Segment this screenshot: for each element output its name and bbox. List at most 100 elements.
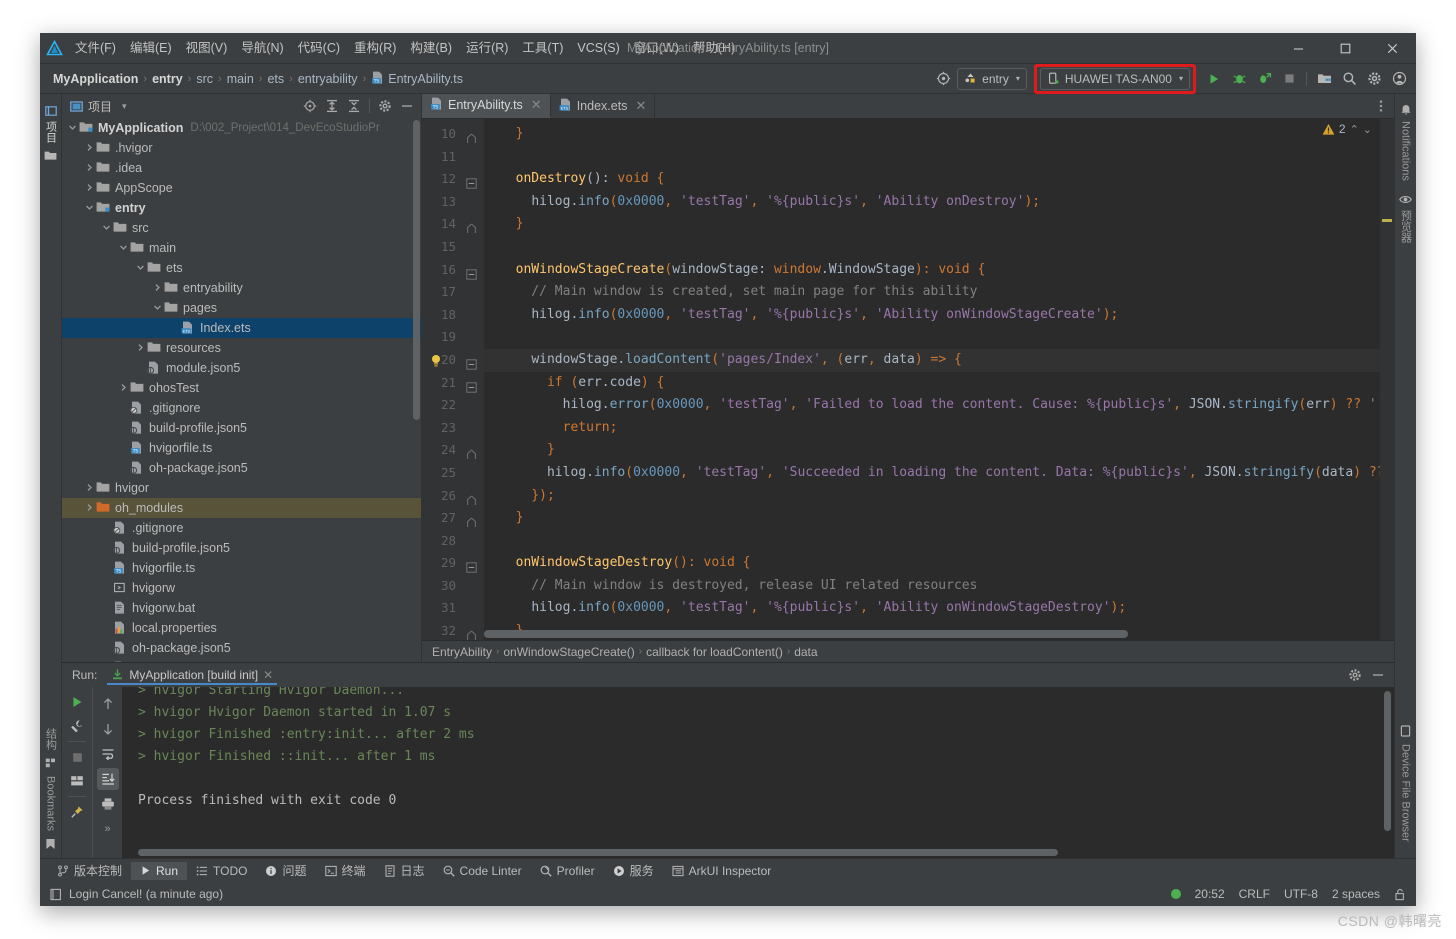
fold-collapse-icon[interactable]	[466, 174, 477, 185]
tree-node-appscope[interactable]: AppScope	[62, 178, 421, 198]
editor-breadcrumb[interactable]: EntryAbility›onWindowStageCreate()›callb…	[422, 640, 1394, 662]
stop-process-button[interactable]	[66, 746, 88, 768]
line-number[interactable]: 21	[422, 372, 484, 395]
rail-notifications[interactable]: Notifications	[1398, 116, 1414, 186]
target-icon[interactable]	[932, 68, 954, 90]
editor-breadcrumb-item[interactable]: callback for loadContent()	[646, 645, 783, 659]
breadcrumb[interactable]: MyApplication›entry›src›main›ets›entryab…	[50, 70, 466, 88]
tree-node--gitignore[interactable]: .gitignore	[62, 398, 421, 418]
editor-gutter[interactable]: 1011121314151617181920212223242526272829…	[422, 119, 484, 640]
line-number[interactable]: 17	[422, 281, 484, 304]
run-configuration-selector[interactable]: entry ▾	[957, 68, 1027, 90]
tree-node-local-properties[interactable]: local.properties	[62, 618, 421, 638]
account-avatar-icon[interactable]	[1388, 68, 1410, 90]
line-number[interactable]: 29	[422, 552, 484, 575]
chevron-right-icon[interactable]	[83, 143, 96, 154]
tree-node-hvigorw[interactable]: hvigorw	[62, 578, 421, 598]
rail-project[interactable]: 项目	[41, 100, 61, 148]
hide-run-panel-icon[interactable]	[1368, 665, 1388, 685]
status-problems[interactable]: 问题	[256, 860, 315, 881]
scroll-up-button[interactable]	[97, 693, 119, 715]
editor-tab-options[interactable]	[1374, 94, 1394, 118]
scroll-down-button[interactable]	[97, 718, 119, 740]
code-line[interactable]	[484, 530, 1380, 553]
tree-node-hvigor[interactable]: hvigor	[62, 478, 421, 498]
menu-file[interactable]: 文件(F)	[68, 37, 123, 59]
status-message[interactable]: Login Cancel! (a minute ago)	[69, 887, 223, 901]
line-number[interactable]: 19	[422, 326, 484, 349]
chevron-down-icon[interactable]	[100, 223, 113, 234]
status-arkui-inspector[interactable]: ArkUI Inspector	[663, 862, 781, 880]
status-code-linter[interactable]: Code Linter	[434, 862, 531, 880]
line-number[interactable]: 15	[422, 236, 484, 259]
warning-marker[interactable]	[1382, 219, 1392, 222]
code-line[interactable]	[484, 236, 1380, 259]
run-tab[interactable]: MyApplication [build init] ✕	[107, 666, 277, 685]
code-line[interactable]: }	[484, 123, 1380, 146]
breadcrumb-item[interactable]: entryability	[295, 71, 361, 87]
line-number[interactable]: 25	[422, 462, 484, 485]
code-line[interactable]: if (err.code) {	[484, 372, 1380, 395]
fold-end-icon[interactable]	[466, 445, 477, 456]
line-number[interactable]: 20	[422, 349, 484, 372]
project-panel-title-group[interactable]: 项目 ▾	[70, 98, 127, 115]
tree-node-pages[interactable]: pages	[62, 298, 421, 318]
chevron-down-icon[interactable]	[83, 203, 96, 214]
code-line[interactable]: }	[484, 213, 1380, 236]
project-tree[interactable]: MyApplicationD:\002_Project\014_DevEcoSt…	[62, 118, 421, 662]
menu-help[interactable]: 帮助(H)	[686, 37, 742, 59]
run-settings-gear-icon[interactable]	[1345, 665, 1365, 685]
fold-end-icon[interactable]	[466, 626, 477, 637]
prev-problem-icon[interactable]: ⌃	[1350, 123, 1359, 136]
fold-collapse-icon[interactable]	[466, 265, 477, 276]
menu-code[interactable]: 代码(C)	[291, 37, 347, 59]
breadcrumb-item[interactable]: MyApplication	[50, 71, 141, 87]
scroll-to-end-button[interactable]	[97, 768, 119, 790]
attach-debugger-button[interactable]	[1253, 68, 1275, 90]
chevron-down-icon[interactable]: ▾	[122, 101, 127, 112]
tree-node-resources[interactable]: resources	[62, 338, 421, 358]
menu-run[interactable]: 运行(R)	[459, 37, 515, 59]
tree-node-oh-modules[interactable]: oh_modules	[62, 498, 421, 518]
expand-all-icon[interactable]	[322, 96, 342, 116]
code-line[interactable]: hilog.info(0x0000, 'testTag', 'Succeeded…	[484, 462, 1380, 485]
line-number[interactable]: 22	[422, 394, 484, 417]
status-run[interactable]: Run	[131, 862, 187, 880]
code-line[interactable]: onWindowStageDestroy(): void {	[484, 552, 1380, 575]
line-number[interactable]: 14	[422, 213, 484, 236]
tree-node-entry[interactable]: entry	[62, 198, 421, 218]
code-line[interactable]: }	[484, 507, 1380, 530]
menu-navigate[interactable]: 导航(N)	[234, 37, 290, 59]
status-profiler[interactable]: Profiler	[531, 862, 604, 880]
editor-tab-index-ets[interactable]: ETSIndex.ets✕	[551, 94, 656, 118]
code-line[interactable]: onWindowStageCreate(windowStage: window.…	[484, 259, 1380, 282]
close-icon[interactable]: ✕	[263, 668, 273, 682]
line-number[interactable]: 24	[422, 439, 484, 462]
rail-bookmarks[interactable]: Bookmarks	[43, 771, 59, 836]
chevron-right-icon[interactable]	[83, 503, 96, 514]
edit-configuration-button[interactable]	[66, 715, 88, 737]
editor-breadcrumb-item[interactable]: data	[794, 645, 817, 659]
fold-collapse-icon[interactable]	[466, 378, 477, 389]
status-encoding[interactable]: UTF-8	[1284, 887, 1318, 901]
code-line[interactable]: hilog.info(0x0000, 'testTag', '%{public}…	[484, 191, 1380, 214]
code-line[interactable]: return;	[484, 417, 1380, 440]
breadcrumb-item[interactable]: ets	[264, 71, 287, 87]
panel-settings-gear-icon[interactable]	[375, 96, 395, 116]
close-icon[interactable]: ✕	[635, 98, 646, 114]
menu-view[interactable]: 视图(V)	[179, 37, 235, 59]
line-number[interactable]: 31	[422, 597, 484, 620]
tree-node--idea[interactable]: .idea	[62, 158, 421, 178]
maximize-button[interactable]	[1322, 33, 1369, 64]
line-number[interactable]: 32	[422, 620, 484, 640]
device-selector[interactable]: HUAWEI TAS-AN00 ▾	[1040, 68, 1190, 90]
menu-build[interactable]: 构建(B)	[403, 37, 459, 59]
search-icon[interactable]	[1338, 68, 1360, 90]
code-line[interactable]: hilog.info(0x0000, 'testTag', '%{public}…	[484, 304, 1380, 327]
rail-previewer[interactable]: 预览器	[1396, 205, 1416, 248]
print-button[interactable]	[97, 793, 119, 815]
code-line[interactable]: onDestroy(): void {	[484, 168, 1380, 191]
menu-tools[interactable]: 工具(T)	[515, 37, 570, 59]
console-vertical-scrollbar[interactable]	[1384, 691, 1391, 831]
status-todo[interactable]: TODO	[187, 862, 256, 880]
